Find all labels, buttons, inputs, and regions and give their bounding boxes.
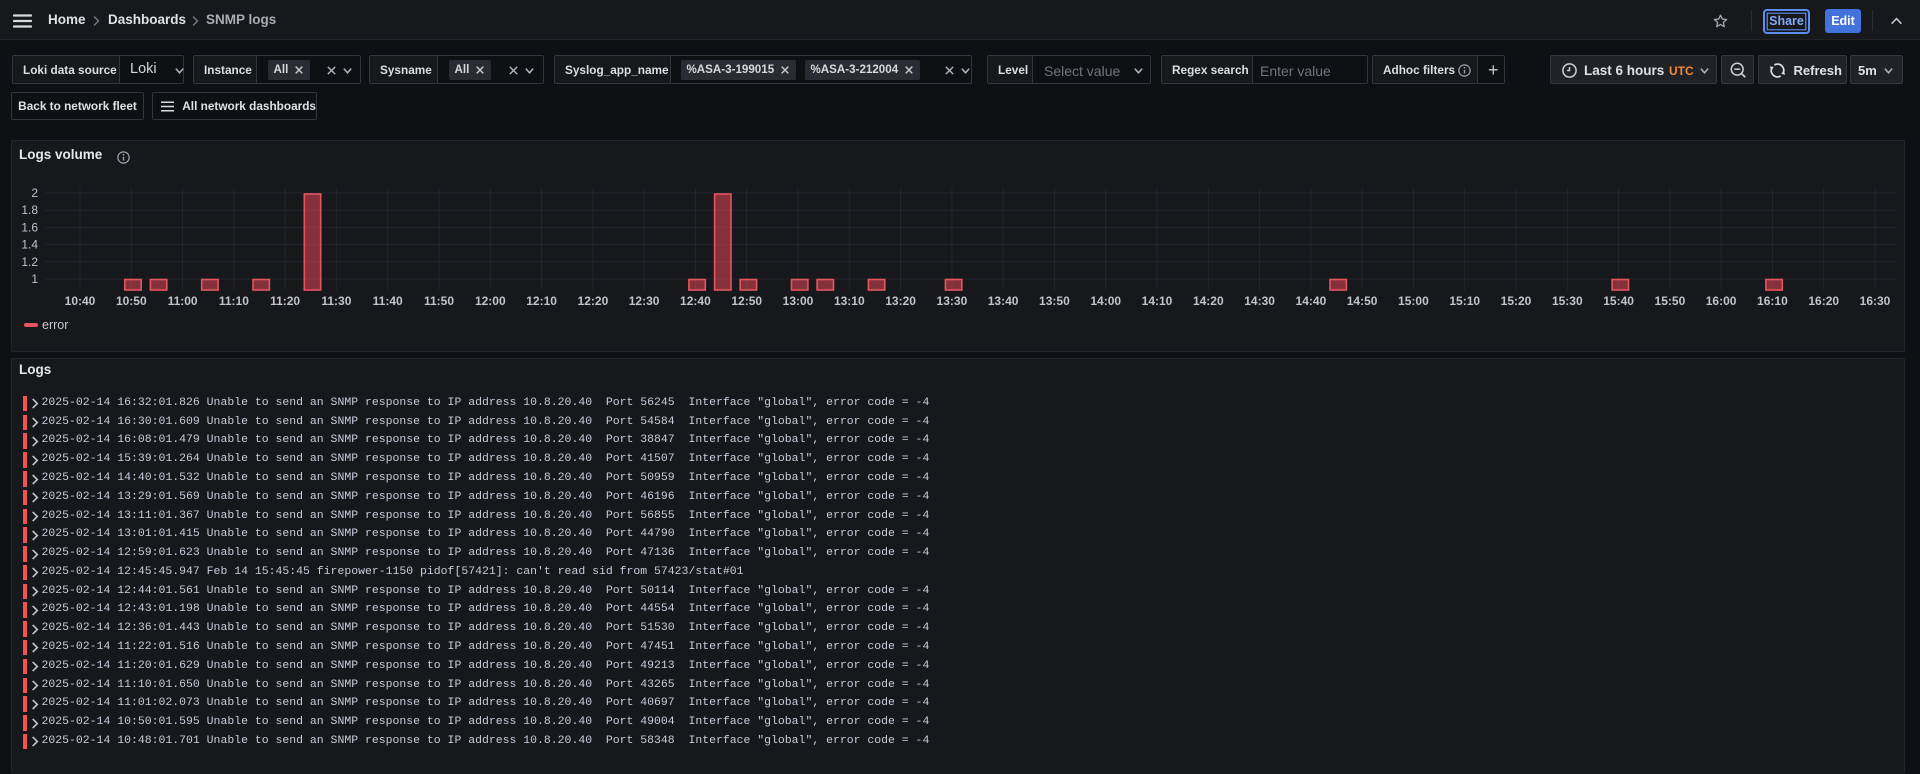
svg-text:1.4: 1.4 (21, 238, 38, 252)
svg-text:13:00: 13:00 (783, 294, 814, 308)
svg-text:14:20: 14:20 (1193, 294, 1224, 308)
svg-text:16:10: 16:10 (1757, 294, 1788, 308)
svg-text:12:00: 12:00 (475, 294, 506, 308)
svg-text:11:10: 11:10 (219, 294, 249, 308)
svg-text:12:30: 12:30 (629, 294, 660, 308)
svg-text:2: 2 (31, 186, 38, 200)
svg-text:10:50: 10:50 (116, 294, 147, 308)
svg-text:12:50: 12:50 (731, 294, 762, 308)
svg-text:1.2: 1.2 (21, 255, 38, 269)
svg-text:13:40: 13:40 (988, 294, 1019, 308)
svg-text:15:40: 15:40 (1603, 294, 1634, 308)
svg-text:1.8: 1.8 (21, 203, 38, 217)
svg-text:11:20: 11:20 (270, 294, 300, 308)
svg-text:11:30: 11:30 (321, 294, 351, 308)
svg-text:11:50: 11:50 (424, 294, 454, 308)
svg-text:14:10: 14:10 (1142, 294, 1173, 308)
svg-text:14:50: 14:50 (1347, 294, 1378, 308)
svg-text:14:00: 14:00 (1090, 294, 1121, 308)
svg-text:13:30: 13:30 (937, 294, 968, 308)
svg-text:12:10: 12:10 (526, 294, 557, 308)
svg-text:14:30: 14:30 (1244, 294, 1275, 308)
svg-text:13:10: 13:10 (834, 294, 865, 308)
svg-text:12:20: 12:20 (578, 294, 609, 308)
svg-text:15:00: 15:00 (1398, 294, 1429, 308)
svg-text:15:20: 15:20 (1501, 294, 1532, 308)
svg-text:13:50: 13:50 (1039, 294, 1070, 308)
svg-text:15:50: 15:50 (1655, 294, 1686, 308)
svg-text:16:30: 16:30 (1860, 294, 1891, 308)
svg-text:16:00: 16:00 (1706, 294, 1737, 308)
svg-text:16:20: 16:20 (1808, 294, 1839, 308)
svg-text:12:40: 12:40 (680, 294, 711, 308)
svg-text:10:40: 10:40 (65, 294, 96, 308)
svg-text:13:20: 13:20 (885, 294, 916, 308)
svg-text:11:40: 11:40 (373, 294, 403, 308)
svg-text:14:40: 14:40 (1296, 294, 1327, 308)
svg-text:11:00: 11:00 (168, 294, 198, 308)
svg-text:15:30: 15:30 (1552, 294, 1583, 308)
svg-text:1: 1 (31, 272, 38, 286)
svg-text:15:10: 15:10 (1449, 294, 1480, 308)
svg-text:1.6: 1.6 (21, 220, 38, 234)
